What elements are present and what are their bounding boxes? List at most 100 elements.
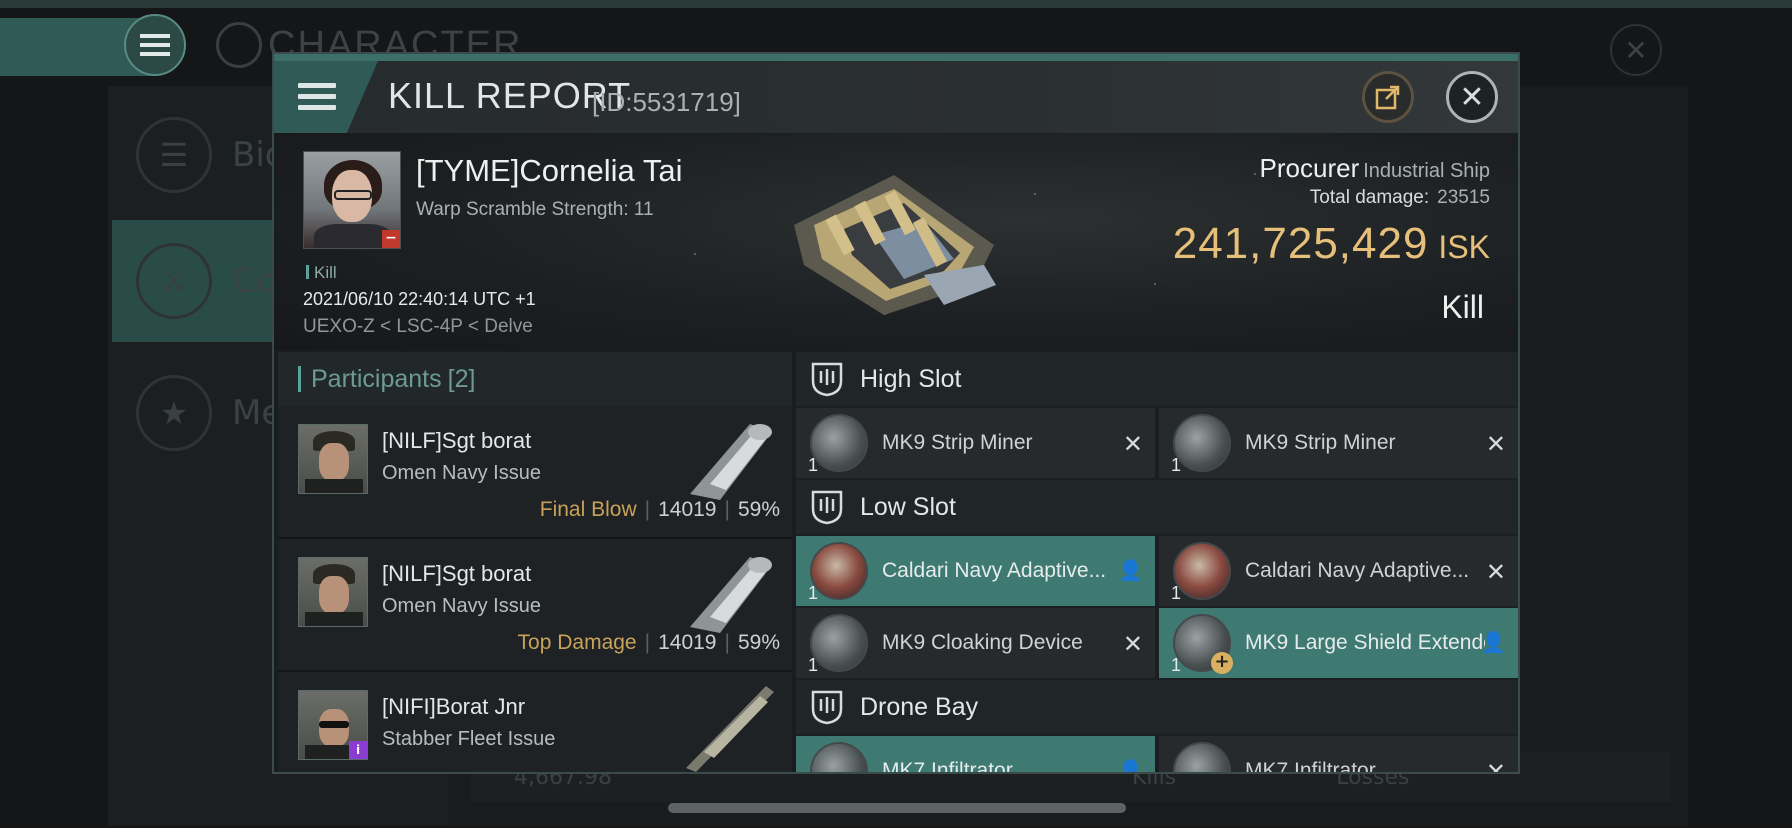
module-name: Caldari Navy Adaptive... [882,559,1107,582]
kill-report-menu-button[interactable] [274,61,378,133]
participant-percent: 59% [737,498,780,521]
warp-scramble-strength: Warp Scramble Strength: 11 [416,199,654,220]
share-button[interactable] [1362,71,1414,123]
strip-miner-icon [810,414,868,472]
isk-value: 241,725,429 ISK [1173,219,1490,269]
module-quantity: 1 [1171,655,1182,675]
total-damage-label: Total damage: [1309,187,1430,208]
participant-portrait[interactable] [298,557,368,627]
horizontal-scrollbar[interactable] [668,803,1126,813]
participants-label: Participants [311,364,442,393]
plus-icon: + [1211,652,1233,674]
dropped-person-icon: 👤 [1118,758,1143,774]
low-slot-header: Low Slot [796,480,1518,534]
destroyed-icon: ✕ [1122,430,1143,458]
participant-row[interactable]: i [NIFI]Borat Jnr Stabber Fleet Issue [278,672,792,772]
module-slot[interactable]: 1 MK9 Strip Miner ✕ [1159,408,1518,478]
bg-close-button[interactable]: ✕ [1610,24,1662,76]
participant-ship: Omen Navy Issue [382,595,541,617]
module-slot[interactable]: 1 Caldari Navy Adaptive... ✕ [1159,536,1518,606]
kill-result: Kill [1441,289,1484,325]
external-link-icon [1375,85,1400,110]
bg-menu-button[interactable] [124,14,186,76]
participant-ship: Stabber Fleet Issue [382,728,556,750]
participant-ship: Omen Navy Issue [382,462,541,484]
isk-amount: 241,725,429 [1172,219,1429,268]
ship-name[interactable]: Procurer [1260,153,1360,183]
drone-bay-header: Drone Bay [796,680,1518,734]
list-icon: ☰ [136,117,212,193]
menu-icon [140,34,170,56]
fitting-panel: High Slot 1 MK9 Strip Miner ✕ 1 MK9 Stri… [796,352,1518,774]
combat-icon: ⚔ [136,243,212,319]
dropped-person-icon: 👤 [1118,558,1143,582]
total-damage-value: 23515 [1437,187,1490,208]
close-button[interactable]: ✕ [1446,71,1498,123]
kill-tag: Kill [306,263,337,283]
adaptive-invulnerability-icon [810,542,868,600]
module-name: MK9 Strip Miner [1245,431,1396,454]
participant-role: Final Blow [539,498,637,521]
module-name: MK9 Strip Miner [882,431,1033,454]
module-slot[interactable]: 1 MK7 Infiltrator ✕ [1159,736,1518,774]
module-name: MK7 Infiltrator [882,759,1013,774]
participant-stats: Final Blow | 14019 | 59% [539,498,780,521]
participant-name: [NIFI]Borat Jnr [382,694,526,719]
omen-navy-issue-ship-image [690,557,772,633]
participant-row[interactable]: [NILF]Sgt borat Omen Navy Issue Top Dama… [278,539,792,672]
star-icon: ★ [136,375,212,451]
participant-name: [NILF]Sgt borat [382,428,532,453]
module-name: MK7 Infiltrator [1245,759,1376,774]
total-damage: Total damage: 23515 [1310,187,1490,209]
module-slot[interactable]: + 1 MK9 Large Shield Extender 👤 [1159,608,1518,678]
kill-location[interactable]: UEXO-Z < LSC-4P < Delve [303,316,533,338]
participant-role: Top Damage [517,631,637,654]
participant-row[interactable]: [NILF]Sgt borat Omen Navy Issue Final Bl… [278,406,792,539]
module-slot[interactable]: 1 Caldari Navy Adaptive... 👤 [796,536,1155,606]
stabber-fleet-issue-ship-image [686,686,774,772]
standing-minus-icon: − [382,230,400,248]
destroyed-icon: ✕ [1485,430,1506,458]
high-slot-title: High Slot [860,364,962,393]
ship-class: Industrial Ship [1363,160,1490,182]
module-slot[interactable]: 1 MK9 Cloaking Device ✕ [796,608,1155,678]
strip-miner-icon [1173,414,1231,472]
close-icon: ✕ [1624,33,1648,67]
high-slot-header: High Slot [796,352,1518,406]
drone-bay-title: Drone Bay [860,692,979,721]
adaptive-invulnerability-icon [1173,542,1231,600]
destroyed-icon: ✕ [1485,558,1506,586]
module-name: MK9 Cloaking Device [882,631,1083,654]
procurer-ship-image [794,175,996,315]
low-slot-icon [811,490,843,525]
drone-bay-icon [811,690,843,725]
kill-timestamp: 2021/06/10 22:40:14 UTC +1 [303,289,536,309]
destroyed-icon: ✕ [1485,758,1506,774]
kill-report-window: KILL REPORT [ID:5531719] ✕ − [TYME]Corne… [272,52,1520,774]
module-quantity: 1 [1171,583,1182,603]
module-slot[interactable]: 1 MK7 Infiltrator 👤 [796,736,1155,774]
participant-portrait[interactable]: i [298,690,368,760]
module-quantity: 1 [808,455,819,475]
ship-type-line: Procurer Industrial Ship [1260,153,1490,184]
isk-unit: ISK [1438,229,1490,265]
victim-name[interactable]: [TYME]Cornelia Tai [416,153,682,189]
destroyed-icon: ✕ [1122,630,1143,658]
close-icon: ✕ [1459,79,1485,115]
participant-damage: 14019 [658,631,717,654]
participant-portrait[interactable] [298,424,368,494]
cloaking-device-icon [810,614,868,672]
module-quantity: 1 [808,655,819,675]
module-quantity: 1 [808,583,819,603]
kill-report-header: KILL REPORT [ID:5531719] ✕ [274,61,1518,133]
participant-percent: 59% [737,631,780,654]
participant-damage: 14019 [658,498,717,521]
module-name: Caldari Navy Adaptive... [1245,559,1470,582]
info-badge-icon: i [349,741,367,759]
victim-portrait[interactable]: − [303,151,401,249]
top-strip [0,0,1792,8]
participant-stats: Top Damage | 14019 | 59% [517,631,780,654]
participants-header: Participants [2] [278,352,792,406]
participants-count: [2] [447,364,476,393]
module-slot[interactable]: 1 MK9 Strip Miner ✕ [796,408,1155,478]
